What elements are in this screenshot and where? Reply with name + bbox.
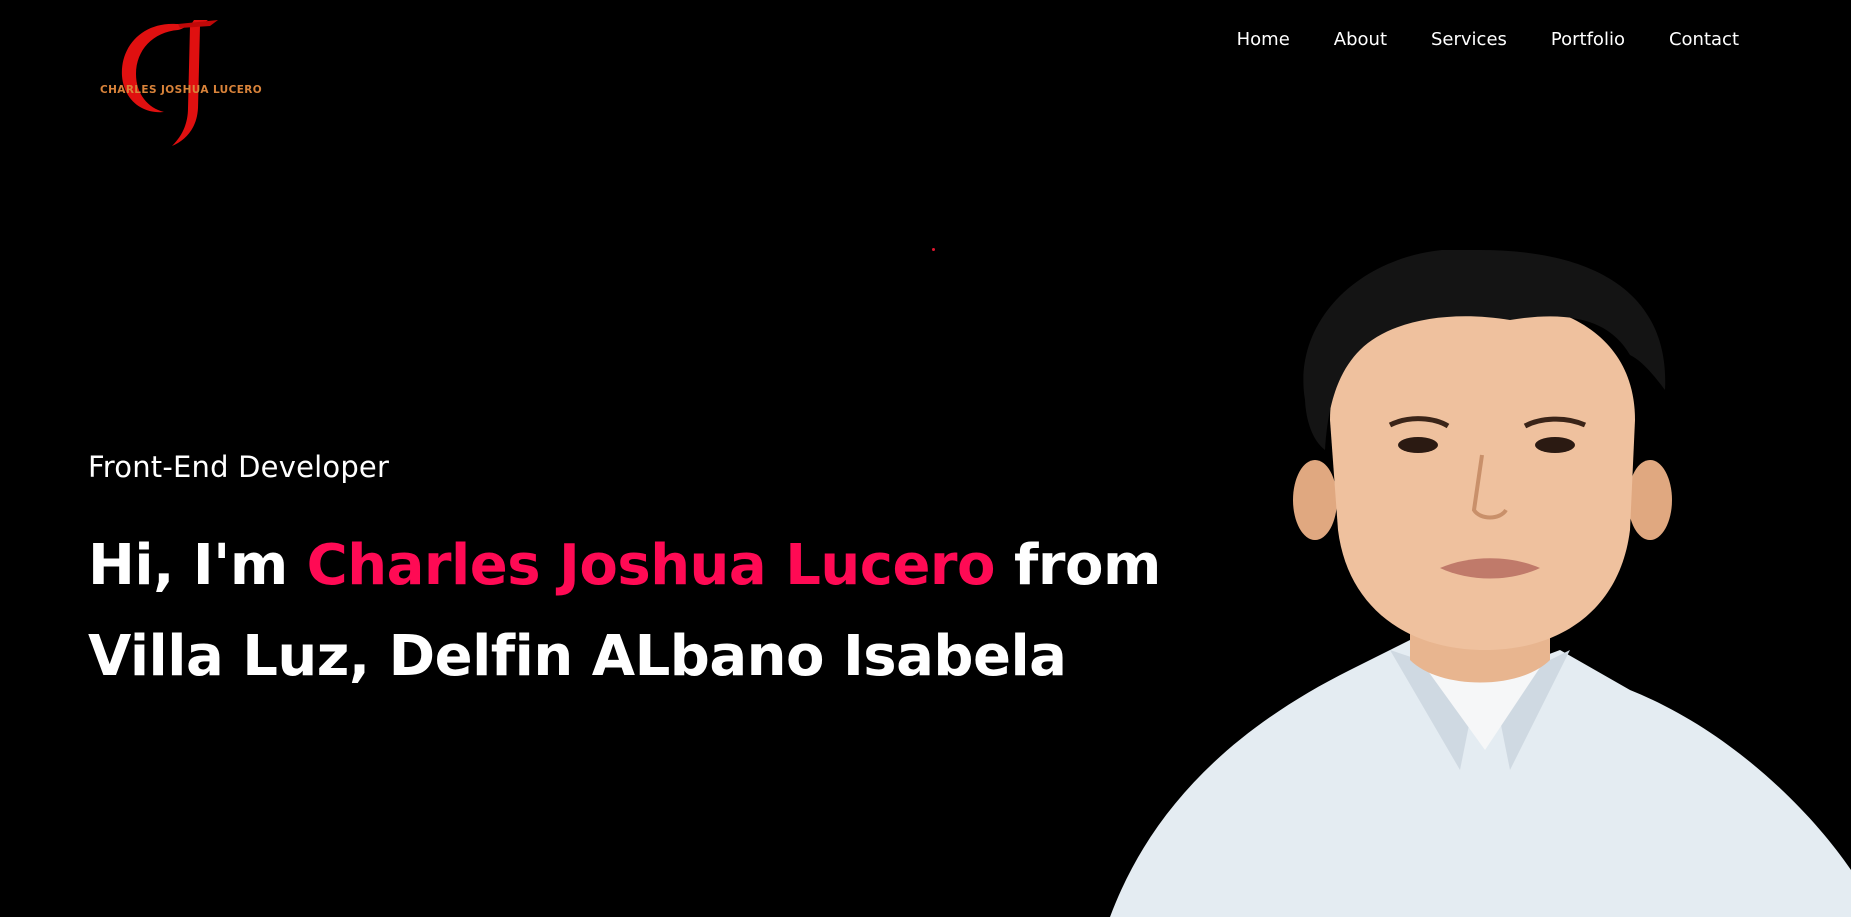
nav-contact[interactable]: Contact	[1669, 28, 1739, 52]
nav-about[interactable]: About	[1334, 28, 1387, 52]
hero-headline: Hi, I'm Charles Joshua Lucero from Villa…	[88, 520, 1208, 702]
hero-subtitle: Front-End Developer	[88, 450, 390, 484]
profile-photo-illustration	[1110, 250, 1851, 917]
main-nav: Home About Services Portfolio Contact	[1193, 28, 1739, 52]
headline-greeting: Hi, I'm	[88, 533, 307, 598]
profile-photo	[1090, 250, 1851, 917]
nav-portfolio[interactable]: Portfolio	[1551, 28, 1625, 52]
headline-name: Charles Joshua Lucero	[306, 533, 996, 598]
headline-location: Villa Luz, Delfin ALbano Isabela	[88, 624, 1067, 689]
nav-home[interactable]: Home	[1237, 28, 1290, 52]
page: CHARLES JOSHUA LUCERO Home About Service…	[0, 0, 1851, 917]
logo-text: CHARLES JOSHUA LUCERO	[100, 84, 263, 96]
decorative-dot	[932, 248, 935, 251]
nav-services[interactable]: Services	[1431, 28, 1507, 52]
site-logo[interactable]: CHARLES JOSHUA LUCERO	[98, 16, 263, 161]
